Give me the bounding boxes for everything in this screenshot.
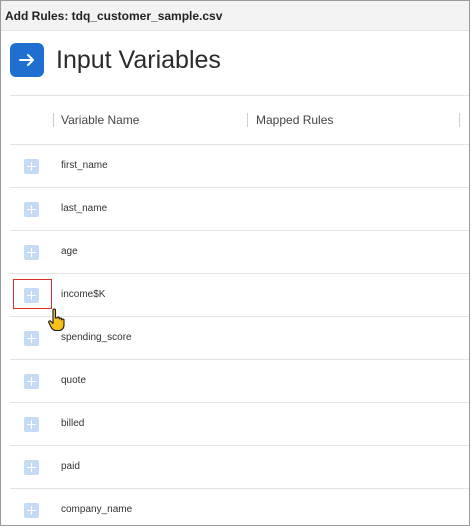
variable-name: last_name [61, 203, 108, 214]
variable-name: age [61, 246, 78, 257]
add-rule-button[interactable] [24, 374, 39, 389]
table-row: quote [10, 360, 469, 403]
variable-name: paid [61, 461, 80, 472]
add-rule-button[interactable] [24, 245, 39, 260]
column-divider [53, 113, 54, 127]
variables-table: Variable Name Mapped Rules first_name la… [10, 95, 469, 525]
column-divider [459, 113, 460, 127]
variable-name: billed [61, 418, 85, 429]
column-header-variable-name[interactable]: Variable Name [61, 113, 139, 127]
variable-name: quote [61, 375, 87, 386]
table-row: income$K [10, 274, 469, 317]
table-row: last_name [10, 188, 469, 231]
column-divider [247, 113, 248, 127]
variable-name: company_name [61, 504, 133, 515]
table-row: billed [10, 403, 469, 446]
dialog-window: Add Rules: tdq_customer_sample.csv Input… [0, 0, 470, 526]
table-row: age [10, 231, 469, 274]
page-title: Input Variables [56, 45, 221, 74]
table-header: Variable Name Mapped Rules [10, 96, 469, 145]
add-rule-button[interactable] [24, 417, 39, 432]
add-rule-button[interactable] [24, 460, 39, 475]
variable-name: income$K [61, 289, 106, 300]
hand-pointer-icon [48, 308, 65, 332]
arrow-right-button[interactable] [10, 43, 44, 77]
add-rule-button[interactable] [24, 331, 39, 346]
window-title: Add Rules: tdq_customer_sample.csv [1, 1, 469, 31]
column-header-mapped-rules[interactable]: Mapped Rules [256, 113, 333, 127]
variable-name: first_name [61, 160, 108, 171]
add-rule-button[interactable] [24, 202, 39, 217]
arrow-right-icon [19, 54, 34, 66]
add-rule-button[interactable] [24, 159, 39, 174]
add-rule-button[interactable] [24, 288, 39, 303]
page-header: Input Variables [10, 43, 221, 77]
table-row: company_name [10, 489, 469, 525]
add-rule-button[interactable] [24, 503, 39, 518]
table-row: spending_score [10, 317, 469, 360]
variable-name: spending_score [61, 332, 132, 343]
table-row: paid [10, 446, 469, 489]
table-row: first_name [10, 145, 469, 188]
